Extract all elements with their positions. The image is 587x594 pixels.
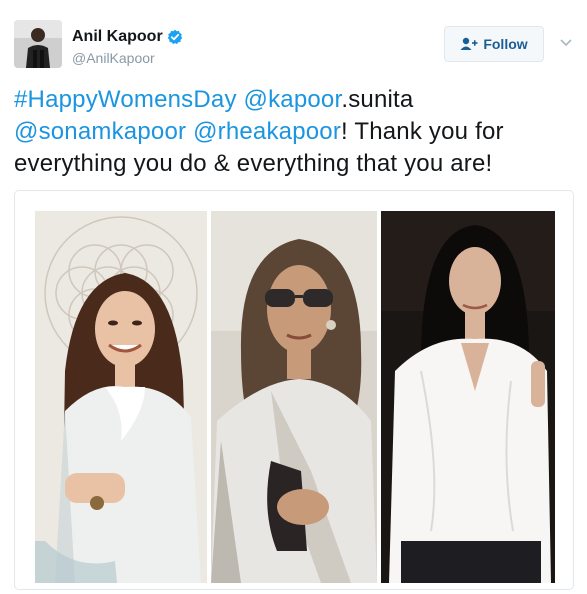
- photo-woman-white-shirt[interactable]: [381, 211, 555, 583]
- media-card[interactable]: [14, 190, 574, 590]
- mention-link-sonamkapoor[interactable]: @sonamkapoor: [14, 118, 186, 145]
- photo-woman-sunglasses[interactable]: [211, 211, 377, 583]
- avatar-image: [14, 20, 62, 68]
- mention-link-kapoor[interactable]: @kapoor: [244, 86, 342, 113]
- verified-badge-icon: [167, 29, 183, 45]
- follow-button-label: Follow: [483, 36, 528, 52]
- photo-woman-long-wavy-hair[interactable]: [35, 211, 207, 583]
- display-name[interactable]: Anil Kapoor: [72, 28, 163, 46]
- tweet-text: #HappyWomensDay @kapoor.sunita @sonamkap…: [14, 84, 574, 180]
- add-user-icon: [460, 37, 478, 50]
- photo-collage: [35, 211, 555, 583]
- tweet-text-fragment: .sunita: [341, 86, 414, 113]
- hashtag-link[interactable]: #HappyWomensDay: [14, 86, 237, 113]
- tweet-header: Anil Kapoor @AnilKapoor Follow: [14, 16, 574, 72]
- more-options-button[interactable]: [558, 36, 574, 50]
- name-row: Anil Kapoor: [72, 28, 183, 46]
- chevron-down-icon: [560, 39, 572, 47]
- mention-link-rheakapoor[interactable]: @rheakapoor: [193, 118, 341, 145]
- avatar[interactable]: [14, 20, 62, 68]
- follow-button[interactable]: Follow: [444, 26, 544, 62]
- user-handle[interactable]: @AnilKapoor: [72, 50, 155, 66]
